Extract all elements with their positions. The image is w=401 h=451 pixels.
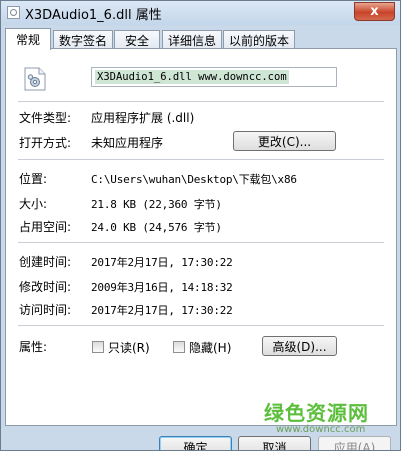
separator bbox=[18, 242, 384, 243]
location-label: 位置: bbox=[19, 172, 48, 186]
tab-previous-versions[interactable]: 以前的版本 bbox=[223, 30, 295, 49]
size-label: 大小: bbox=[19, 197, 48, 211]
accessed-label: 访问时间: bbox=[19, 303, 72, 317]
close-button[interactable]: x bbox=[354, 2, 395, 21]
tab-details[interactable]: 详细信息 bbox=[162, 30, 222, 49]
change-button[interactable]: 更改(C)... bbox=[233, 131, 336, 151]
hidden-checkbox[interactable] bbox=[173, 341, 185, 353]
dll-gear-icon bbox=[24, 67, 46, 91]
opens-with-label: 打开方式: bbox=[19, 136, 72, 150]
tab-strip: 常规 数字签名 安全 详细信息 以前的版本 bbox=[5, 28, 397, 50]
size-on-disk-value: 24.0 KB (24,576 字节) bbox=[91, 221, 222, 234]
readonly-checkbox[interactable] bbox=[92, 341, 104, 353]
separator bbox=[18, 101, 384, 102]
tab-security[interactable]: 安全 bbox=[114, 30, 160, 49]
created-label: 创建时间: bbox=[19, 255, 72, 269]
advanced-button[interactable]: 高级(D)... bbox=[262, 336, 337, 356]
separator bbox=[18, 159, 384, 160]
separator bbox=[18, 325, 384, 326]
file-name-text: X3DAudio1_6.dll www.downcc.com bbox=[95, 70, 289, 84]
hidden-label[interactable]: 隐藏(H) bbox=[189, 339, 231, 356]
apply-button[interactable]: 应用(A) bbox=[318, 436, 391, 450]
opens-with-value: 未知应用程序 bbox=[91, 136, 164, 150]
dll-file-icon bbox=[7, 6, 20, 19]
file-type-label: 文件类型: bbox=[19, 111, 72, 125]
tab-digital-signatures[interactable]: 数字签名 bbox=[53, 30, 113, 49]
modified-label: 修改时间: bbox=[19, 280, 72, 294]
close-icon: x bbox=[370, 4, 379, 19]
file-type-value: 应用程序扩展 (.dll) bbox=[91, 111, 195, 125]
general-tab-panel: X3DAudio1_6.dll www.downcc.com 文件类型: 应用程… bbox=[5, 48, 397, 426]
ok-button[interactable]: 确定 bbox=[159, 436, 232, 450]
tab-general[interactable]: 常规 bbox=[5, 28, 51, 50]
properties-window: X3DAudio1_6.dll 属性 x 常规 数字签名 安全 详细信息 以前的… bbox=[0, 0, 401, 451]
accessed-value: 2017年2月17日, 17:30:22 bbox=[91, 304, 233, 317]
size-value: 21.8 KB (22,360 字节) bbox=[91, 198, 222, 211]
title-bar[interactable]: X3DAudio1_6.dll 属性 x bbox=[1, 1, 400, 25]
file-name-input[interactable]: X3DAudio1_6.dll www.downcc.com bbox=[91, 67, 337, 87]
window-title: X3DAudio1_6.dll 属性 bbox=[25, 8, 162, 23]
readonly-label[interactable]: 只读(R) bbox=[108, 339, 150, 356]
attributes-label: 属性: bbox=[19, 340, 48, 354]
location-value: C:\Users\wuhan\Desktop\下载包\x86 bbox=[91, 173, 297, 186]
size-on-disk-label: 占用空间: bbox=[19, 220, 72, 234]
created-value: 2017年2月17日, 17:30:22 bbox=[91, 256, 233, 269]
cancel-button[interactable]: 取消 bbox=[238, 436, 311, 450]
modified-value: 2009年3月16日, 14:18:32 bbox=[91, 281, 233, 294]
watermark-title: 绿色资源网 bbox=[264, 401, 369, 425]
watermark-url: www.downcc.com bbox=[276, 424, 366, 435]
